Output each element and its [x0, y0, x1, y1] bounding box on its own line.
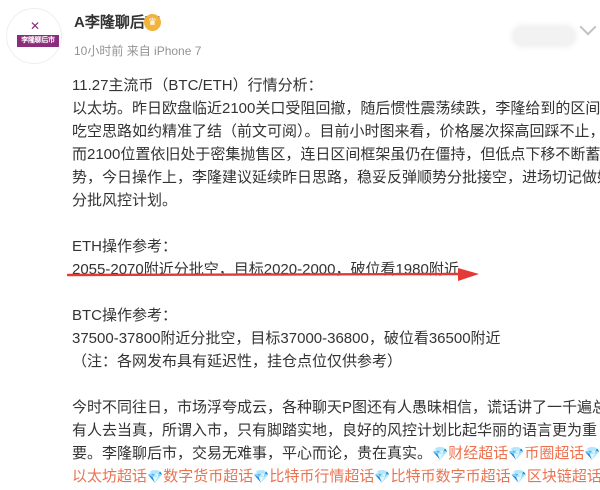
disclaimer: （注：各网发布具有延迟性，挂仓点位仅供参考） [72, 353, 403, 370]
topic-tag[interactable]: 数字货币超话 [163, 468, 253, 485]
closing-line: 今时不同往日，市场浮夸成云，各种聊天P图还有人愚昧相信，谎话讲了一千遍总 [72, 399, 600, 416]
post-source: 来自 iPhone 7 [126, 44, 202, 58]
analysis-line: 分批风控计划。 [72, 192, 178, 209]
gem-icon: 💎 [510, 469, 527, 484]
topic-tag[interactable]: 比特币数字币超话 [391, 468, 511, 485]
tags-line: 以太坊超话💎数字货币超话💎比特币行情超话💎比特币数字币超话💎区块链超话 [72, 465, 600, 488]
btc-title: BTC操作参考： [72, 307, 178, 324]
topic-tag[interactable]: 比特币行情超话 [269, 468, 374, 485]
topic-tag[interactable]: 币圈超话 [524, 445, 584, 462]
analysis-line: 而2100位置依旧处于密集抛售区，连日区间框架虽仍在僵持，但低点下移不断蓄 [72, 146, 600, 163]
eth-title: ETH操作参考： [72, 238, 178, 255]
gem-icon: 💎 [508, 446, 525, 461]
analysis-line: 以太坊。昨日欧盘临近2100关口受阻回撤，随后惯性震荡续跌，李隆给到的区间 [72, 100, 600, 117]
gem-icon: 💎 [147, 469, 164, 484]
closing-line: 要。李隆聊后市，交易无难事，平心而论，贵在真实。 [72, 445, 433, 462]
gem-icon: 💎 [584, 446, 600, 461]
post-header: ✕ 李隆聊后市 A李隆聊后市 ♛ 10小时前 来自 iPhone 7 [0, 0, 600, 72]
crown-badge-icon: ♛ [144, 14, 161, 31]
logo-mark-icon: ✕ [30, 19, 41, 33]
gem-icon: 💎 [374, 469, 391, 484]
topic-tag[interactable]: 财经超话 [448, 445, 508, 462]
post-intro: 11.27主流币（BTC/ETH）行情分析： [72, 77, 323, 94]
topic-tag[interactable]: 区块链超话 [527, 468, 600, 485]
avatar-name: 李隆聊后市 [17, 35, 59, 47]
btc-plan: 37500-37800附近分批空，目标37000-36800，破位看36500附… [72, 330, 501, 347]
avatar[interactable]: ✕ 李隆聊后市 [6, 8, 62, 64]
gem-icon: 💎 [253, 469, 270, 484]
post-time[interactable]: 10小时前 [74, 44, 123, 58]
avatar-logo: ✕ 李隆聊后市 [11, 13, 59, 59]
analysis-line: 吃空思路如约精准了结（前文可阅）。目前小时图来看，价格屡次探高回踩不止， [72, 123, 600, 140]
analysis-line: 势，今日操作上，李隆建议延续昨日思路，稳妥反弹顺势分批接空，进场切记做好 [72, 169, 600, 186]
follow-button[interactable] [511, 24, 577, 48]
gem-icon: 💎 [432, 446, 449, 461]
closing-line: 有人去当真，所谓入市，只有脚踏实地，良好的风控计划比起华丽的语言更为重 [72, 422, 598, 439]
tags-line: 要。李隆聊后市，交易无难事，平心而论，贵在真实。💎财经超话💎币圈超话💎 [72, 442, 600, 465]
red-arrow-annotation [66, 268, 479, 281]
post-meta: 10小时前 来自 iPhone 7 [74, 43, 201, 59]
topic-tag[interactable]: 以太坊超话 [72, 468, 147, 485]
chevron-down-icon[interactable] [581, 19, 595, 33]
